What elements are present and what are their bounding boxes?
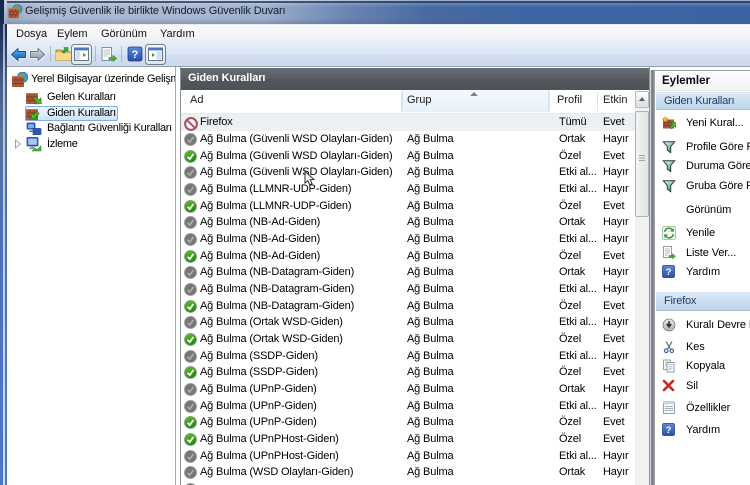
svg-text:?: ?	[666, 267, 672, 278]
svg-text:?: ?	[132, 49, 139, 61]
svg-text:?: ?	[666, 425, 672, 436]
